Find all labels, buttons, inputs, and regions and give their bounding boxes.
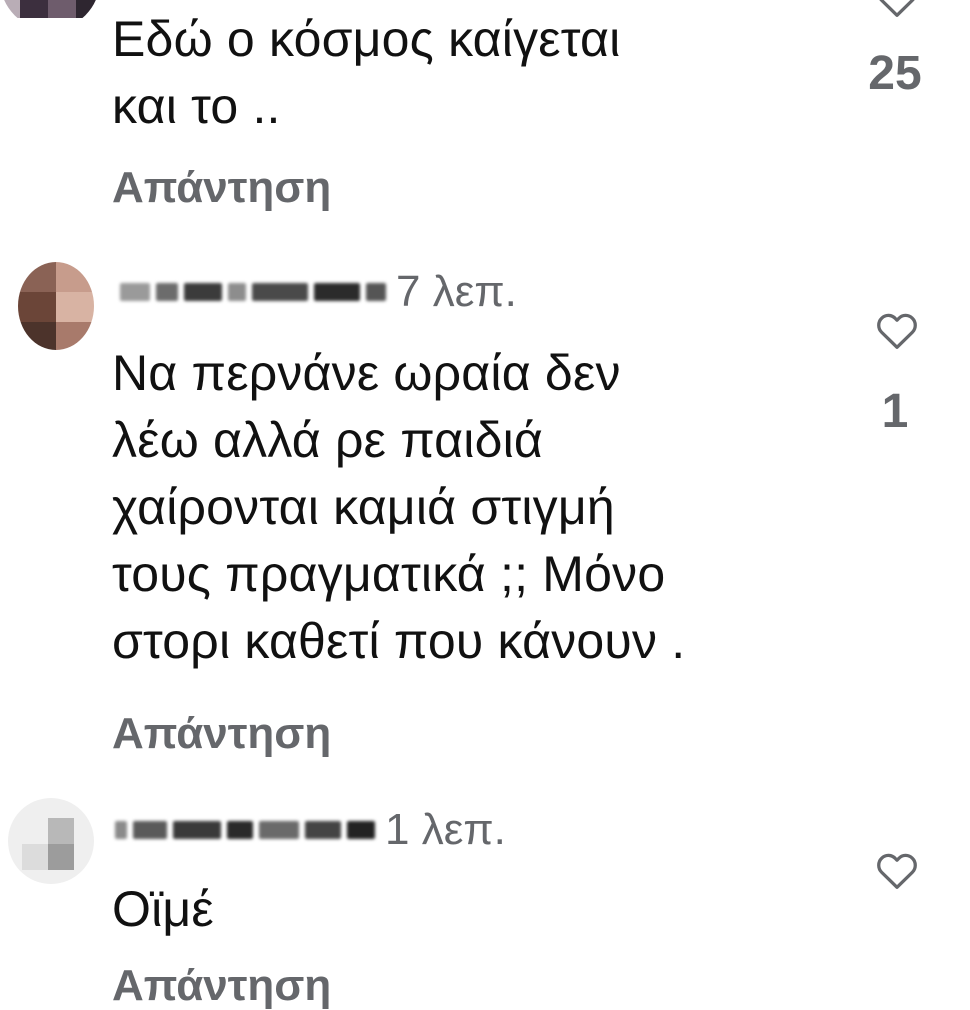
- avatar[interactable]: [0, 0, 100, 30]
- comment-text: Εδώ ο κόσμος καίγεται και το ..: [112, 11, 621, 134]
- like-count: 1: [881, 385, 909, 438]
- comment-text: Οϊμέ: [112, 881, 214, 937]
- like-count: 25: [868, 47, 922, 100]
- comment-text: Να περνάνε ωραία δεν λέω αλλά ρε παιδιά …: [112, 345, 686, 669]
- author-name-blurred[interactable]: [120, 283, 386, 301]
- avatar[interactable]: [8, 798, 94, 884]
- comment-timestamp: 1 λεπ.: [385, 805, 506, 854]
- like-heart-icon[interactable]: [875, 0, 919, 18]
- reply-button[interactable]: Απάντηση: [112, 712, 331, 756]
- reply-button[interactable]: Απάντηση: [112, 964, 331, 1008]
- comment-header: 7 λεπ.: [120, 262, 517, 322]
- comment-header: 1 λεπ.: [115, 800, 506, 860]
- like-heart-icon[interactable]: [875, 850, 919, 890]
- author-name-blurred[interactable]: [115, 821, 375, 839]
- avatar[interactable]: [18, 262, 94, 350]
- comment-timestamp: 7 λεπ.: [396, 267, 517, 316]
- reply-button[interactable]: Απάντηση: [112, 166, 331, 210]
- like-heart-icon[interactable]: [875, 310, 919, 350]
